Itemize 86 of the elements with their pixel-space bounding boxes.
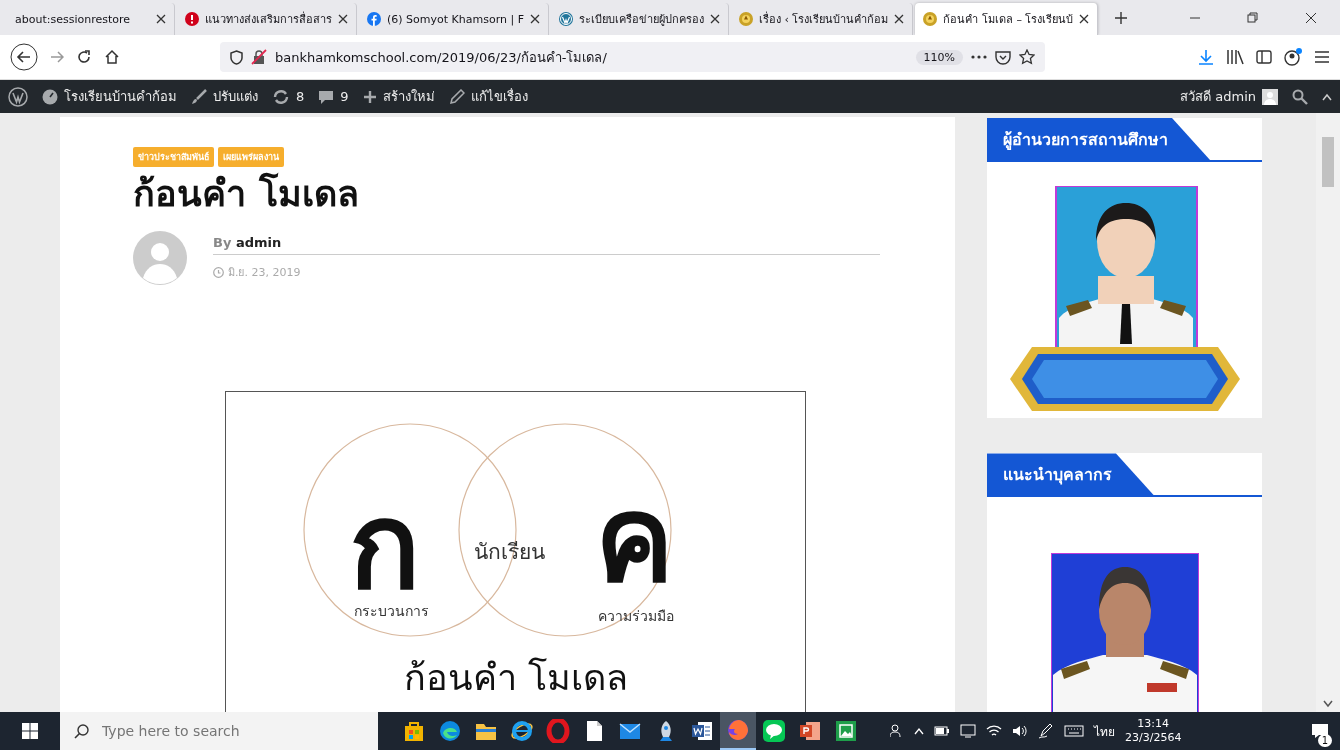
scrollbar-thumb[interactable] xyxy=(1322,137,1334,187)
clock[interactable]: 13:14 23/3/2564 xyxy=(1125,717,1182,745)
diagram-label: กระบวนการ xyxy=(353,604,429,618)
admin-bar-link[interactable]: แก้ไขเรื่อง xyxy=(470,86,528,107)
admin-bar-link[interactable]: โรงเรียนบ้านคำก้อม xyxy=(64,86,177,107)
restore-icon[interactable] xyxy=(1247,11,1259,24)
zoom-level[interactable]: 110% xyxy=(915,49,963,65)
alert-icon xyxy=(185,12,199,26)
notification-count: 1 xyxy=(1317,734,1332,747)
close-icon[interactable] xyxy=(710,14,720,24)
wifi-icon[interactable] xyxy=(986,724,1002,738)
admin-bar-link[interactable]: ปรับแต่ง xyxy=(213,86,258,107)
image-icon[interactable] xyxy=(834,719,858,743)
admin-bar-link[interactable]: 8 xyxy=(296,89,305,104)
star-icon[interactable] xyxy=(1019,49,1035,65)
document-icon[interactable] xyxy=(690,719,714,743)
comment-icon[interactable] xyxy=(318,88,335,105)
avatar-icon[interactable] xyxy=(1262,88,1278,105)
browser-tab[interactable]: ก้อนคำ โมเดล – โรงเรียนบ้ xyxy=(915,3,1099,35)
post-title: ก้อนคำ โมเดล xyxy=(133,171,360,216)
close-icon[interactable] xyxy=(530,14,540,24)
globe-icon[interactable] xyxy=(726,718,750,742)
taskbar-search-field[interactable]: Type here to search xyxy=(60,712,378,750)
post-date: มิ.ย. 23, 2019 xyxy=(228,265,301,281)
input-language[interactable]: ไทย xyxy=(1094,721,1115,741)
widget-title: ผู้อำนวยการสถานศึกษา xyxy=(987,118,1210,160)
chat-bubble-icon[interactable] xyxy=(762,719,786,743)
ring-icon[interactable] xyxy=(510,719,534,743)
display-icon[interactable] xyxy=(960,724,976,738)
slide-icon[interactable] xyxy=(798,719,822,743)
address-bar[interactable]: bankhamkomschool.com/2019/06/23/ก้อนคำ-โมเดล/ 110% xyxy=(220,42,1045,72)
shield-icon xyxy=(230,49,243,65)
facebook-icon xyxy=(367,12,381,26)
menu-icon[interactable] xyxy=(1314,50,1330,64)
more-icon[interactable] xyxy=(971,55,987,59)
swirl-icon[interactable] xyxy=(438,719,462,743)
keyboard-icon[interactable] xyxy=(1064,725,1084,737)
diagram-label: นักเรียน xyxy=(473,542,545,563)
back-icon[interactable] xyxy=(10,43,38,71)
wordpress-icon xyxy=(559,12,573,26)
people-icon[interactable] xyxy=(890,724,904,738)
author-line: By admin xyxy=(213,235,880,255)
plus-icon[interactable] xyxy=(1114,10,1129,25)
admin-bar-link[interactable]: 9 xyxy=(340,89,349,104)
reload-icon[interactable] xyxy=(76,49,92,65)
diagram-label: ความร่วมมือ xyxy=(598,609,674,623)
clock-time: 13:14 xyxy=(1137,717,1170,731)
close-icon[interactable] xyxy=(156,14,166,24)
sidebar-icon[interactable] xyxy=(1256,50,1272,64)
clock-icon xyxy=(213,266,224,278)
close-icon[interactable] xyxy=(894,14,905,24)
url-text: bankhamkomschool.com/2019/06/23/ก้อนคำ-โมเดล/ xyxy=(275,48,608,67)
close-icon[interactable] xyxy=(1305,11,1317,24)
avatar-icon xyxy=(133,231,187,285)
home-icon[interactable] xyxy=(104,49,120,65)
admin-bar-link[interactable]: สร้างใหม่ xyxy=(382,86,435,107)
battery-icon[interactable] xyxy=(934,725,950,737)
windows-icon[interactable] xyxy=(22,723,38,739)
widget-title: แนะนำบุคลากร xyxy=(987,453,1154,496)
account-icon[interactable] xyxy=(1284,48,1302,66)
close-icon[interactable] xyxy=(338,14,348,24)
search-icon[interactable] xyxy=(1292,88,1308,105)
plus-icon[interactable] xyxy=(362,89,377,104)
close-icon[interactable] xyxy=(1079,14,1090,24)
school-emblem-icon xyxy=(739,12,753,26)
brush-icon[interactable] xyxy=(191,88,207,105)
forward-icon[interactable] xyxy=(50,50,64,64)
diagram-letter: ก xyxy=(348,487,420,605)
caret-down-icon[interactable] xyxy=(1323,700,1333,708)
diagram-letter: ค xyxy=(594,480,674,598)
pencil-icon[interactable] xyxy=(448,88,465,105)
speaker-icon[interactable] xyxy=(1012,724,1028,738)
search-icon xyxy=(74,723,90,739)
insecure-lock-icon xyxy=(251,49,267,65)
wordpress-icon[interactable] xyxy=(8,86,28,107)
caret-up-icon[interactable] xyxy=(1322,92,1332,101)
dashboard-icon[interactable] xyxy=(42,88,58,105)
school-emblem-icon xyxy=(923,12,938,26)
greeting-link[interactable]: สวัสดี admin xyxy=(1180,86,1256,107)
download-icon[interactable] xyxy=(1198,49,1214,65)
clock-date: 23/3/2564 xyxy=(1125,731,1182,745)
refresh-icon[interactable] xyxy=(272,88,290,105)
bag-icon[interactable] xyxy=(402,719,426,743)
pocket-icon[interactable] xyxy=(995,49,1011,65)
library-icon[interactable] xyxy=(1226,49,1244,65)
pen-icon[interactable] xyxy=(1038,723,1054,739)
